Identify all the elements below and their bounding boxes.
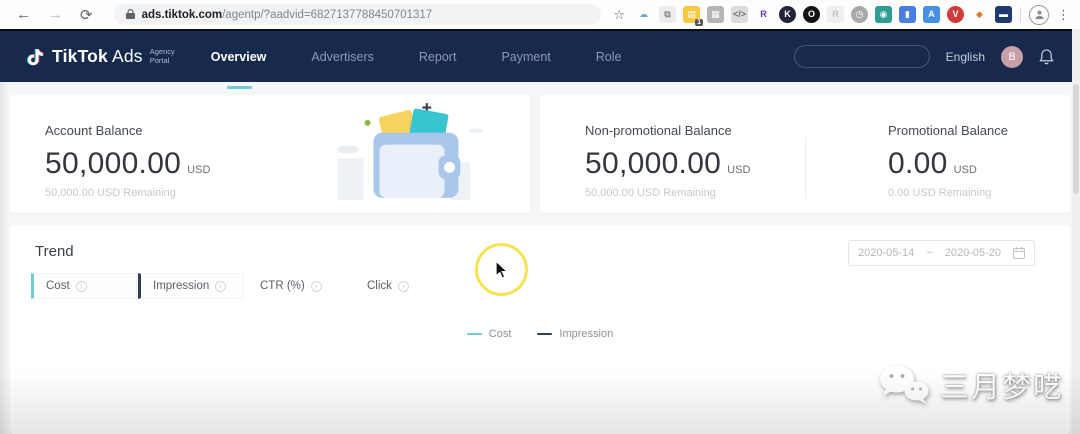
person-icon [1034, 10, 1044, 20]
promotional-label: Promotional Balance [888, 123, 1008, 138]
info-icon[interactable]: i [75, 280, 87, 292]
tab-cost[interactable]: Cost i [31, 273, 137, 299]
v-red-extension-icon[interactable]: V [947, 6, 964, 23]
legend-cost[interactable]: Cost [466, 328, 512, 340]
bank-grey-extension-icon[interactable]: ▦ [707, 6, 724, 23]
date-start: 2020-05-14 [858, 247, 915, 259]
k-dark-extension-icon[interactable]: K [779, 6, 796, 23]
cost-line-swatch [466, 333, 482, 335]
date-separator: ~ [926, 247, 933, 259]
menu-item-overview[interactable]: Overview [211, 50, 267, 64]
r-purple-extension-icon[interactable]: R [755, 6, 772, 23]
menu-item-report[interactable]: Report [419, 50, 457, 64]
brand-subtitle: Agency Portal [149, 47, 175, 65]
watermark-text: 三月梦呓 [939, 372, 1064, 404]
tab-cost-label: Cost [46, 280, 70, 292]
non-promotional-value: 50,000.00 [585, 147, 722, 180]
left-edge-shadow [0, 82, 8, 434]
browser-profile-avatar[interactable] [1029, 4, 1049, 25]
o-black-extension-icon[interactable]: O [803, 6, 820, 23]
non-promotional-label: Non-promotional Balance [585, 123, 732, 138]
code-extension-icon[interactable]: </> [731, 6, 748, 23]
trend-title: Trend [35, 243, 74, 260]
metric-tabs: Cost i Impression i CTR (%) i Click i [31, 273, 459, 299]
navy-square-extension-icon[interactable]: ▬ [995, 6, 1012, 23]
address-bar[interactable]: ads.tiktok.com/agentp/?aadvid=6827137788… [113, 4, 602, 25]
chart-legend: Cost Impression [10, 328, 1070, 340]
fox-extension-icon[interactable]: ◆ [971, 6, 988, 23]
non-promotional-balance: Non-promotional Balance 50,000.00 USD 50… [585, 123, 750, 199]
tab-impression[interactable]: Impression i [138, 273, 244, 299]
r-faded-extension-icon[interactable]: R [827, 6, 844, 23]
browser-forward-button[interactable]: → [48, 6, 63, 23]
browser-back-button[interactable]: ← [16, 6, 31, 23]
promotional-value: 0.00 [888, 147, 948, 180]
wallet-illustration [336, 103, 484, 200]
non-promotional-currency: USD [727, 164, 751, 176]
promotional-currency: USD [953, 164, 977, 176]
tiktok-ads-logo[interactable]: TikTok Ads Agency Portal [26, 46, 175, 68]
legend-impression-label: Impression [559, 328, 614, 340]
url-text: ads.tiktok.com/agentp/?aadvid=6827137788… [141, 8, 433, 21]
translate-blue-extension-icon[interactable]: A [923, 6, 940, 23]
promotional-balances-card: Non-promotional Balance 50,000.00 USD 50… [540, 95, 1070, 213]
account-balance-card: Account Balance 50,000.00 USD 50,000.00 … [10, 95, 530, 213]
card-blue-extension-icon[interactable]: ▮ [899, 6, 916, 23]
main-menu: Overview Advertisers Report Payment Role [211, 50, 622, 64]
info-icon[interactable]: i [397, 280, 409, 292]
notes-yellow-extension-icon[interactable]: ▤ 1 [683, 6, 703, 26]
date-range-picker[interactable]: 2020-05-14 ~ 2020-05-20 [848, 240, 1035, 266]
menu-item-advertisers[interactable]: Advertisers [311, 50, 374, 64]
tab-ctr-label: CTR (%) [260, 280, 305, 292]
bookmark-star-icon[interactable]: ☆ [613, 7, 625, 23]
calendar-icon [1013, 247, 1025, 259]
legend-cost-label: Cost [488, 328, 512, 340]
tiktok-note-icon [27, 48, 43, 65]
tab-ctr[interactable]: CTR (%) i [245, 273, 351, 299]
promotional-remaining: 0.00 USD Remaining [888, 187, 992, 199]
browser-toolbar: ← → ⟳ ads.tiktok.com/agentp/?aadvid=6827… [0, 0, 1080, 29]
notification-bell-icon[interactable] [1039, 48, 1054, 65]
scrollbar-thumb[interactable] [1073, 84, 1079, 194]
tab-impression-label: Impression [153, 280, 210, 292]
session-box-extension-icon[interactable]: ⧉ [659, 6, 676, 23]
toolbar-divider [1020, 7, 1021, 22]
browser-menu-icon[interactable]: ⋮ [1057, 7, 1070, 23]
lock-icon [125, 9, 135, 19]
account-balance-currency: USD [187, 164, 211, 176]
tab-click[interactable]: Click i [352, 273, 458, 299]
menu-item-role[interactable]: Role [596, 50, 622, 64]
user-avatar[interactable]: B [1001, 45, 1023, 68]
watermark: 三月梦呓 [878, 364, 1064, 406]
tab-click-label: Click [367, 280, 392, 292]
extensions-row: ☁ ⧉ ▤ 1 ▦ </> R K O R ◷ ◉ ▮ A V ◆ ▬ [635, 6, 1012, 26]
timer-grey-extension-icon[interactable]: ◷ [851, 6, 868, 23]
promotional-balance: Promotional Balance 0.00 USD 0.00 USD Re… [888, 123, 1008, 199]
cloud-extension-icon[interactable]: ☁ [635, 6, 652, 23]
p-green-extension-icon[interactable]: ◉ [875, 6, 892, 23]
date-end: 2020-05-20 [944, 247, 1001, 259]
balance-divider [805, 137, 806, 199]
scrollbar[interactable] [1072, 29, 1080, 434]
info-icon[interactable]: i [310, 280, 322, 292]
brand-text: TikTok Ads [52, 46, 143, 66]
menu-item-payment[interactable]: Payment [501, 50, 550, 64]
language-selector[interactable]: English [946, 50, 985, 64]
info-icon[interactable]: i [215, 280, 227, 292]
impression-line-swatch [537, 333, 553, 335]
account-balance-value: 50,000.00 [45, 147, 182, 180]
top-navbar: TikTok Ads Agency Portal Overview Advertis… [0, 29, 1080, 82]
active-tab-indicator [227, 86, 252, 89]
browser-refresh-button[interactable]: ⟳ [80, 6, 93, 24]
wechat-icon [879, 365, 929, 404]
non-promotional-remaining: 50,000.00 USD Remaining [585, 187, 716, 199]
legend-impression[interactable]: Impression [537, 328, 613, 340]
navbar-search-input[interactable] [793, 45, 930, 68]
